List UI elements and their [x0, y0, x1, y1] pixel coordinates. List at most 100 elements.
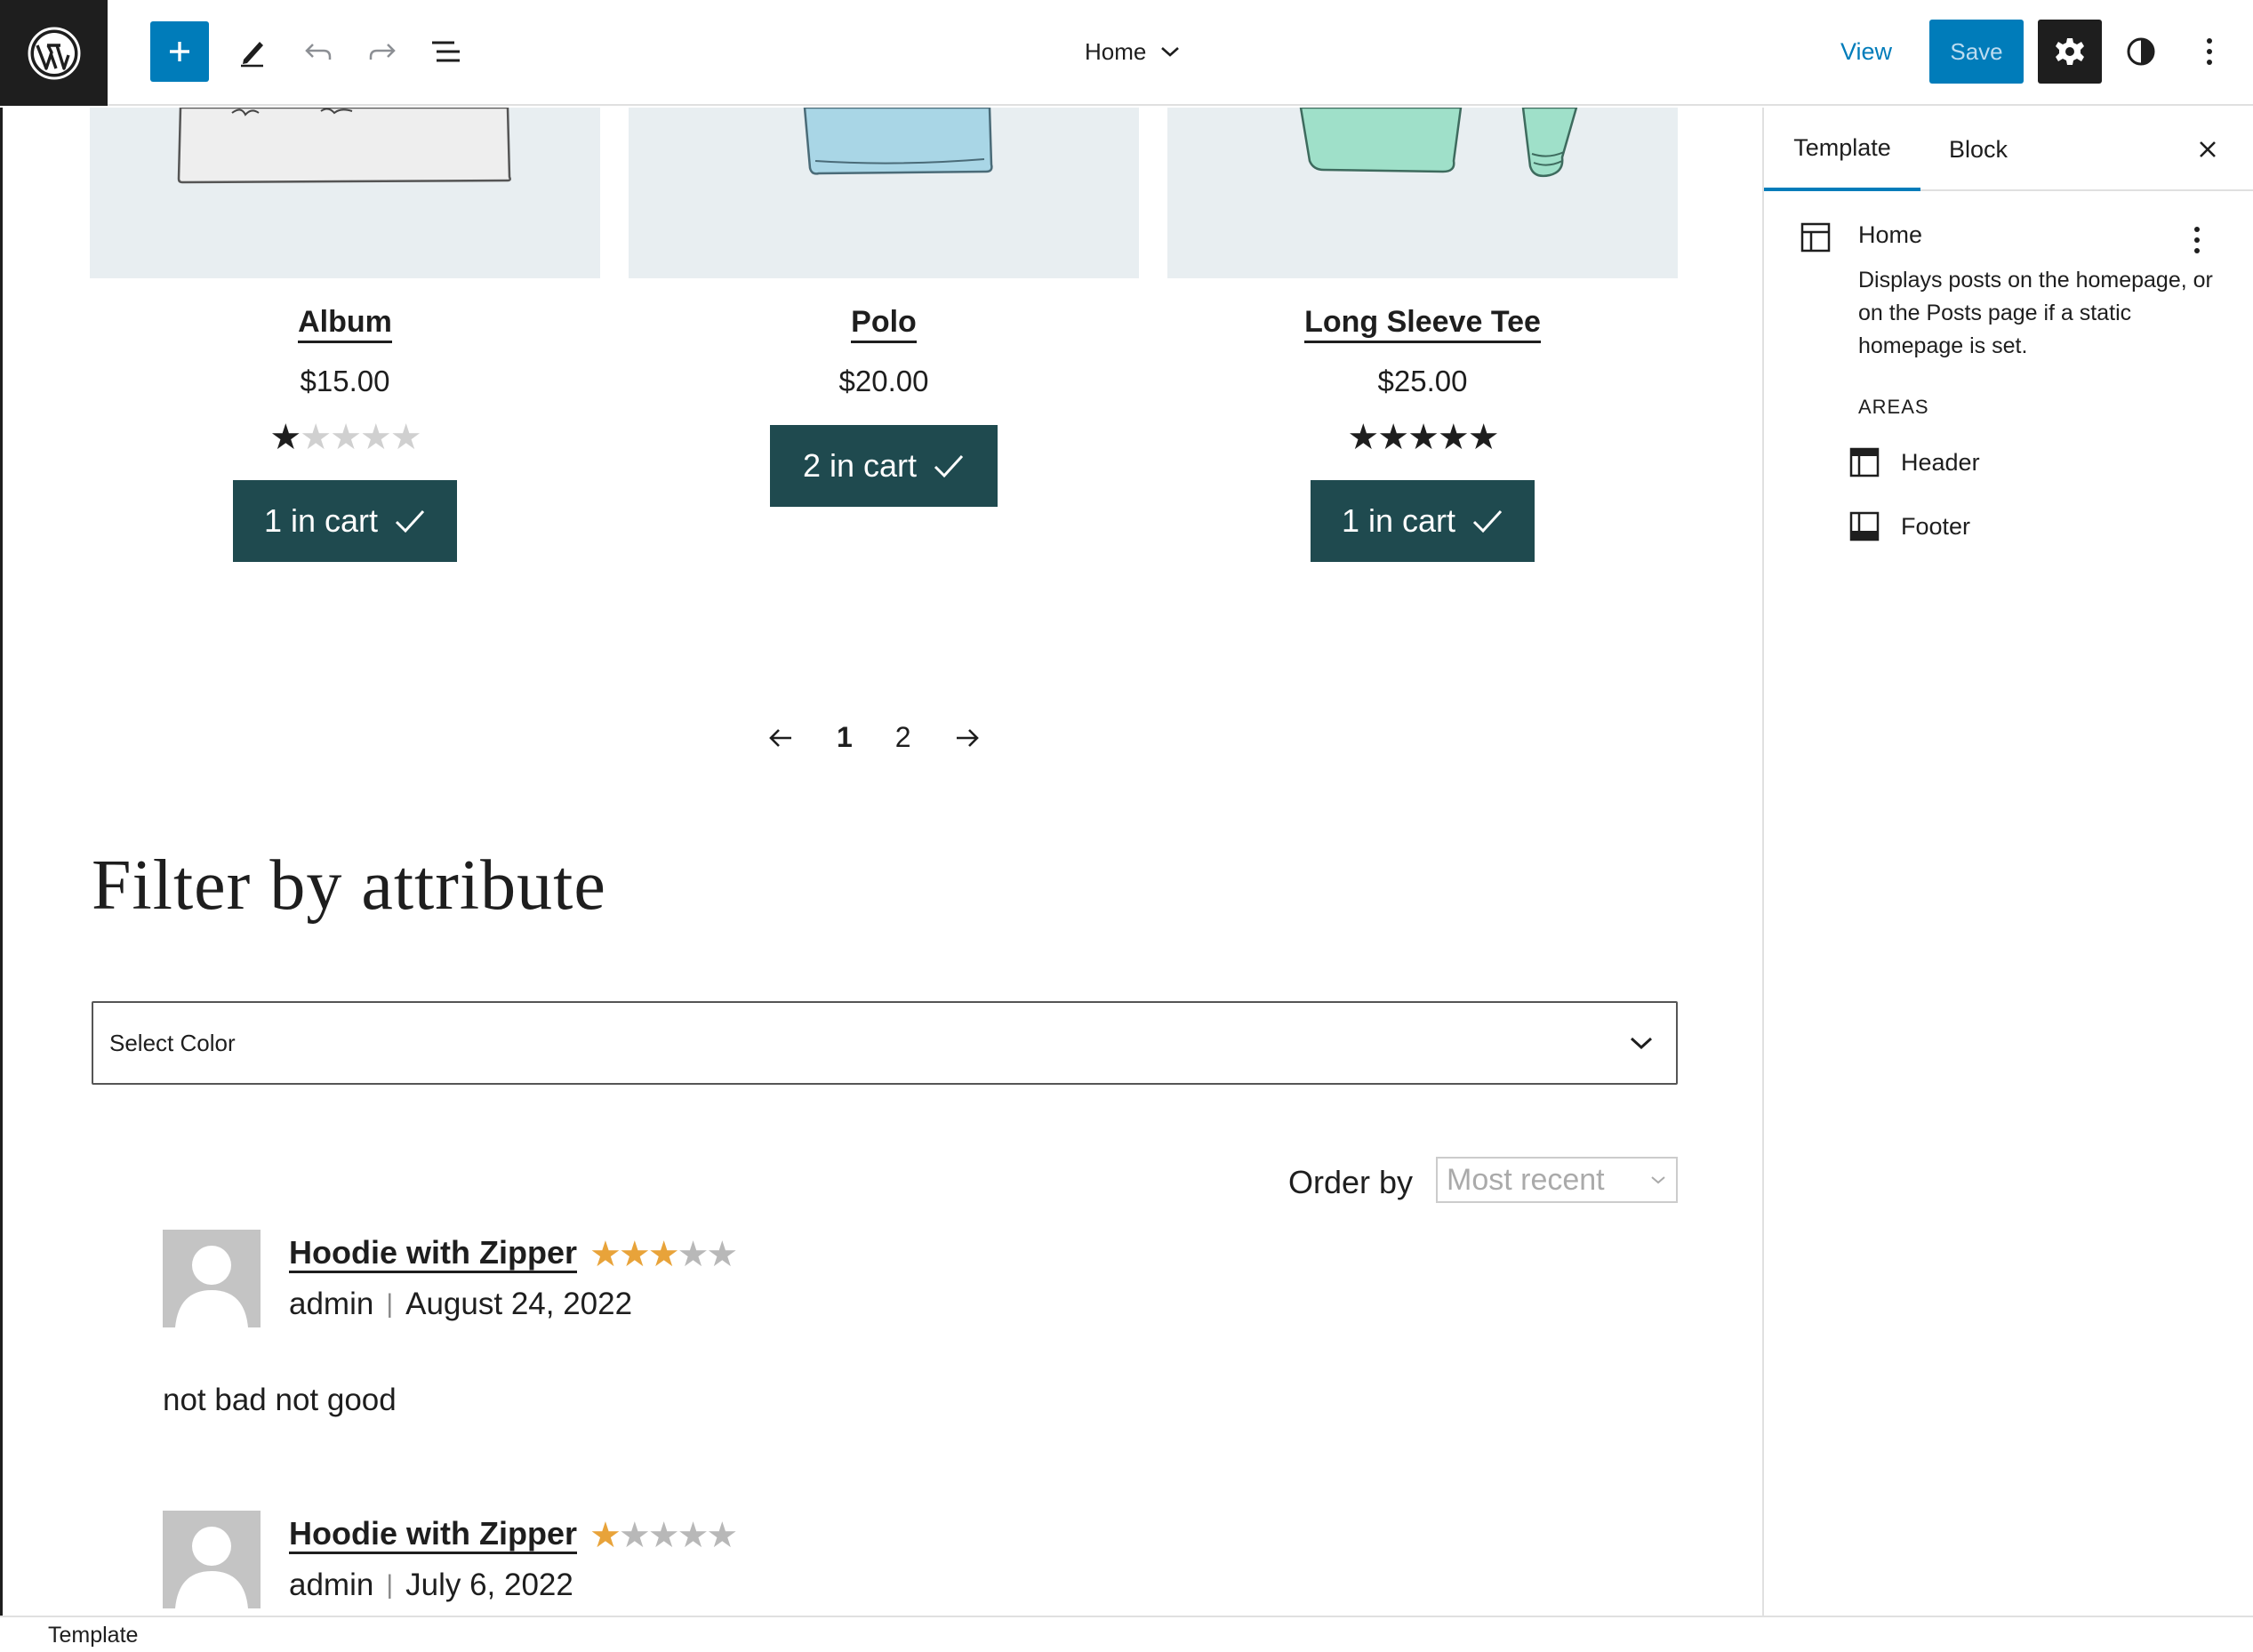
- editor-canvas[interactable]: Album $15.00 ★★★★★ 1 in cart Polo $20.00…: [0, 108, 1762, 1616]
- close-icon: [2200, 141, 2216, 157]
- product-image[interactable]: [629, 108, 1139, 278]
- order-by-select[interactable]: Most recent: [1436, 1157, 1678, 1203]
- user-silhouette-icon: [175, 1246, 248, 1327]
- product-image[interactable]: [1167, 108, 1678, 278]
- more-vertical-icon: [2207, 38, 2212, 65]
- area-item-footer[interactable]: Footer: [1849, 502, 1970, 550]
- product-name[interactable]: Polo: [629, 305, 1139, 343]
- header-area-icon: [1849, 447, 1880, 477]
- review-meta: admin | July 6, 2022: [289, 1568, 573, 1603]
- contrast-icon: [2127, 37, 2155, 66]
- template-title: Home: [1858, 221, 1923, 248]
- undo-button[interactable]: [292, 21, 345, 82]
- product-image[interactable]: [90, 108, 600, 278]
- product-name[interactable]: Album: [90, 305, 600, 343]
- options-menu-button[interactable]: [2185, 20, 2233, 84]
- review-product-link[interactable]: Hoodie with Zipper: [289, 1516, 577, 1554]
- view-button[interactable]: View: [1840, 27, 1892, 76]
- template-description: Displays posts on the homepage, or on th…: [1858, 268, 2213, 358]
- add-to-cart-button[interactable]: 1 in cart: [233, 480, 457, 562]
- product-card[interactable]: Album $15.00 ★★★★★ 1 in cart: [90, 108, 600, 562]
- settings-button[interactable]: [2038, 20, 2102, 84]
- sidebar-tabs: Template Block: [1764, 108, 2253, 191]
- review-date: August 24, 2022: [405, 1287, 633, 1321]
- product-card[interactable]: Polo $20.00 2 in cart: [629, 108, 1139, 507]
- edit-tool-button[interactable]: [226, 21, 279, 82]
- document-title: Home: [1085, 37, 1147, 65]
- product-price: $25.00: [1377, 365, 1468, 397]
- wordpress-logo-button[interactable]: [0, 0, 108, 106]
- cart-button-label: 2 in cart: [802, 447, 918, 484]
- area-label: Footer: [1901, 512, 1971, 540]
- review-rating: ★★★★★: [589, 1234, 738, 1274]
- filter-heading[interactable]: Filter by attribute: [92, 846, 606, 926]
- undo-icon: [305, 44, 332, 60]
- area-item-header[interactable]: Header: [1849, 438, 1980, 486]
- product-price: $20.00: [838, 365, 929, 397]
- review-date: July 6, 2022: [405, 1568, 573, 1602]
- save-button[interactable]: Save: [1929, 20, 2024, 84]
- chevron-down-icon: [1630, 1037, 1653, 1050]
- breadcrumb[interactable]: Template: [48, 1623, 138, 1648]
- styles-button[interactable]: [2114, 20, 2168, 84]
- block-breadcrumb-bar: Template: [0, 1616, 2253, 1652]
- product-rating: ★★★★★: [269, 418, 421, 457]
- tab-block[interactable]: Block: [1920, 108, 2036, 191]
- meta-separator: |: [386, 1289, 394, 1319]
- chevron-down-icon: [1651, 1176, 1665, 1184]
- list-view-button[interactable]: [420, 21, 473, 82]
- list-view-icon: [432, 41, 460, 62]
- product-name[interactable]: Long Sleeve Tee: [1167, 305, 1678, 343]
- tab-template[interactable]: Template: [1764, 108, 1920, 191]
- long-sleeve-tee-image: [1299, 108, 1578, 178]
- chevron-down-icon: [1161, 47, 1180, 57]
- add-block-button[interactable]: [150, 21, 209, 82]
- cart-button-label: 1 in cart: [263, 502, 379, 539]
- product-rating: ★★★★★: [1347, 418, 1499, 457]
- layout-icon: [1800, 222, 1831, 253]
- polo-image: [803, 108, 993, 175]
- settings-sidebar: Template Block Home Displays posts on th…: [1762, 108, 2253, 1616]
- review-meta: admin | August 24, 2022: [289, 1287, 632, 1322]
- review-author: admin: [289, 1568, 374, 1602]
- add-to-cart-button[interactable]: 1 in cart: [1311, 480, 1535, 562]
- avatar: [163, 1511, 261, 1608]
- redo-icon: [369, 44, 396, 60]
- product-card[interactable]: Long Sleeve Tee $25.00 ★★★★★ 1 in cart: [1167, 108, 1678, 562]
- plus-icon: [170, 42, 189, 61]
- editor-header: Home View Save: [0, 0, 2253, 106]
- redo-button[interactable]: [356, 21, 409, 82]
- document-title-dropdown[interactable]: Home: [1085, 27, 1182, 76]
- close-sidebar-button[interactable]: [2184, 125, 2232, 173]
- more-vertical-icon[interactable]: [2193, 225, 2201, 255]
- pagination: 1 2: [767, 721, 981, 754]
- review-product-link[interactable]: Hoodie with Zipper: [289, 1235, 577, 1273]
- order-by-value: Most recent: [1447, 1162, 1605, 1197]
- wordpress-icon: [28, 27, 80, 79]
- checkmark-icon: [934, 454, 964, 478]
- checkmark-icon: [1472, 509, 1503, 533]
- pencil-icon: [241, 42, 263, 68]
- area-label: Header: [1901, 448, 1980, 476]
- album-image: [177, 108, 511, 184]
- select-placeholder: Select Color: [109, 1029, 236, 1056]
- arrow-right-icon[interactable]: [954, 726, 981, 750]
- arrow-left-icon[interactable]: [767, 726, 794, 750]
- checkmark-icon: [395, 509, 425, 533]
- user-silhouette-icon: [175, 1527, 248, 1608]
- cart-button-label: 1 in cart: [1341, 502, 1456, 539]
- areas-heading: AREAS: [1858, 396, 1929, 418]
- color-filter-select[interactable]: Select Color: [92, 1001, 1678, 1085]
- meta-separator: |: [386, 1570, 394, 1600]
- footer-area-icon: [1849, 511, 1880, 541]
- avatar: [163, 1230, 261, 1327]
- review-text: not bad not good: [163, 1383, 397, 1417]
- order-by-label: Order by: [1288, 1164, 1414, 1200]
- review-author: admin: [289, 1287, 374, 1321]
- product-price: $15.00: [300, 365, 390, 397]
- review-header: Hoodie with Zipper ★★★★★: [289, 1234, 738, 1274]
- add-to-cart-button[interactable]: 2 in cart: [770, 425, 998, 507]
- page-number-current[interactable]: 1: [837, 721, 853, 754]
- page-number[interactable]: 2: [895, 721, 911, 754]
- gear-icon: [2056, 38, 2084, 65]
